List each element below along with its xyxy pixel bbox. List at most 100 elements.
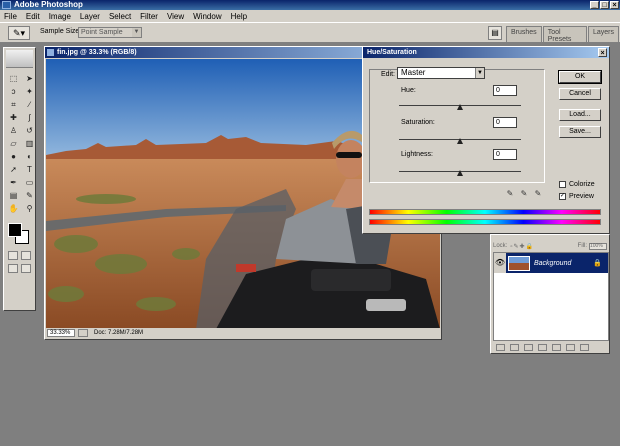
saturation-value-field[interactable]: 0 (493, 117, 517, 128)
close-button[interactable]: × (610, 1, 619, 9)
pen-icon[interactable]: ✒ (7, 177, 20, 189)
tab-brushes[interactable]: Brushes (506, 26, 542, 42)
healing-icon[interactable]: ✚ (7, 112, 20, 124)
eyedropper-plus-icon[interactable]: ✎ (519, 189, 529, 198)
hue-label: Hue: (401, 87, 416, 94)
notes-icon[interactable]: ▤ (7, 190, 20, 202)
minimize-button[interactable]: _ (590, 1, 599, 9)
eyedropper-icon[interactable]: ✎ (505, 189, 515, 198)
layer-row-background[interactable]: 👁 Background 🔒 (494, 253, 608, 273)
tab-tool-presets[interactable]: Tool Presets (542, 26, 587, 43)
load-button[interactable]: Load... (559, 109, 601, 121)
eraser-icon[interactable]: ▱ (7, 138, 20, 150)
tab-layers[interactable]: Layers (587, 26, 619, 42)
hue-value-field[interactable]: 0 (493, 85, 517, 96)
blur-icon[interactable]: ● (7, 151, 20, 163)
sample-size-label: Sample Size: (40, 28, 82, 35)
path-select-icon[interactable]: ➚ (7, 164, 20, 176)
type-icon[interactable]: T (23, 164, 36, 176)
screen-mode-standard-icon[interactable] (8, 264, 18, 273)
dodge-icon[interactable]: ◐ (23, 151, 36, 163)
edit-channel-select[interactable]: Master ▼ (397, 67, 485, 79)
saturation-label: Saturation: (401, 119, 435, 126)
menu-file[interactable]: File (4, 12, 17, 21)
fill-label: Fill: (577, 243, 587, 249)
result-color-bar (369, 219, 601, 225)
slice-icon[interactable]: ∕ (23, 99, 36, 111)
document-title: fin.jpg @ 33.3% (RGB/8) (57, 49, 137, 56)
layer-style-icon[interactable] (510, 343, 519, 351)
options-bar: ✎▾ Sample Size: Point Sample ▼ ▤ Brushes… (0, 22, 620, 43)
edit-channel-value: Master (401, 68, 426, 77)
menu-help[interactable]: Help (231, 12, 247, 21)
new-layer-icon[interactable] (566, 343, 575, 351)
palette-well-icon[interactable]: ▤ (488, 26, 502, 40)
fill-value-field[interactable]: 100% (589, 242, 607, 250)
menu-select[interactable]: Select (109, 12, 131, 21)
adjustment-layer-icon[interactable] (552, 343, 561, 351)
document-icon (47, 49, 54, 56)
gradient-icon[interactable]: ▥ (23, 138, 36, 150)
document-status-bar: 33.33% Doc: 7.28M/7.28M (46, 328, 440, 338)
menu-filter[interactable]: Filter (140, 12, 158, 21)
foreground-color-swatch[interactable] (8, 223, 22, 237)
stamp-icon[interactable]: ♙ (7, 125, 20, 137)
menu-image[interactable]: Image (49, 12, 71, 21)
ok-button[interactable]: OK (558, 70, 602, 84)
standard-mode-icon[interactable] (8, 251, 18, 260)
lasso-icon[interactable]: ↄ (7, 86, 20, 98)
sample-size-select[interactable]: Point Sample ▼ (78, 27, 142, 38)
quick-mask-icon[interactable] (21, 251, 31, 260)
history-brush-icon[interactable]: ↺ (23, 125, 36, 137)
zoom-icon[interactable]: ⚲ (23, 203, 36, 215)
app-title: Adobe Photoshop (14, 0, 83, 9)
hand-icon[interactable]: ✋ (7, 203, 20, 215)
shape-icon[interactable]: ▭ (23, 177, 36, 189)
cancel-button[interactable]: Cancel (559, 88, 601, 100)
dialog-title: Hue/Saturation (367, 49, 417, 56)
lightness-label: Lightness: (401, 151, 433, 158)
close-icon[interactable]: × (598, 48, 607, 57)
eye-icon[interactable]: 👁 (494, 253, 506, 273)
adjustment-group (369, 69, 545, 183)
saturation-slider[interactable] (399, 138, 521, 144)
colorize-checkbox-box[interactable] (559, 181, 566, 188)
menu-window[interactable]: Window (193, 12, 221, 21)
maximize-button[interactable]: □ (600, 1, 609, 9)
magic-wand-icon[interactable]: ✦ (23, 86, 36, 98)
toolbox: ⬚ ➤ ↄ ✦ ⌗ ∕ ✚ ∫ ♙ ↺ ▱ ▥ ● ◐ ➚ T ✒ ▭ ▤ ✎ … (3, 47, 36, 311)
eyedropper-tool-icon[interactable]: ✎ (23, 190, 36, 202)
brush-icon[interactable]: ∫ (23, 112, 36, 124)
folder-icon[interactable] (538, 343, 547, 351)
document-size: Doc: 7.28M/7.28M (94, 330, 144, 336)
crop-icon[interactable]: ⌗ (7, 99, 20, 111)
menu-layer[interactable]: Layer (80, 12, 100, 21)
colorize-checkbox[interactable]: Colorize (559, 181, 595, 188)
zoom-level-field[interactable]: 33.33% (47, 329, 75, 337)
toolbox-header (6, 50, 33, 68)
preview-checkbox-box[interactable]: ✓ (559, 193, 566, 200)
save-button[interactable]: Save... (559, 126, 601, 138)
lightness-slider[interactable] (399, 170, 521, 176)
layer-mask-icon[interactable] (524, 343, 533, 351)
hue-slider[interactable] (399, 104, 521, 110)
status-options-icon[interactable] (78, 329, 88, 337)
layer-name: Background (534, 259, 572, 267)
eyedropper-minus-icon[interactable]: ✎ (533, 189, 543, 198)
source-color-bar (369, 209, 601, 215)
preview-label: Preview (569, 193, 594, 200)
preview-checkbox[interactable]: ✓ Preview (559, 193, 594, 200)
layers-footer (493, 342, 609, 352)
palette-well: Brushes Tool Presets Layers (506, 26, 620, 43)
lock-options-icon[interactable]: ▫✎✚🔒 (510, 243, 534, 250)
eyedropper-icon[interactable]: ✎▾ (8, 26, 30, 40)
lock-label: Lock: (493, 243, 508, 249)
screen-mode-full-icon[interactable] (21, 264, 31, 273)
move-icon[interactable]: ➤ (23, 73, 36, 85)
lightness-value-field[interactable]: 0 (493, 149, 517, 160)
menu-edit[interactable]: Edit (26, 12, 40, 21)
marquee-icon[interactable]: ⬚ (7, 73, 20, 85)
link-layers-icon[interactable] (496, 343, 505, 351)
trash-icon[interactable] (580, 343, 589, 351)
menu-view[interactable]: View (167, 12, 184, 21)
